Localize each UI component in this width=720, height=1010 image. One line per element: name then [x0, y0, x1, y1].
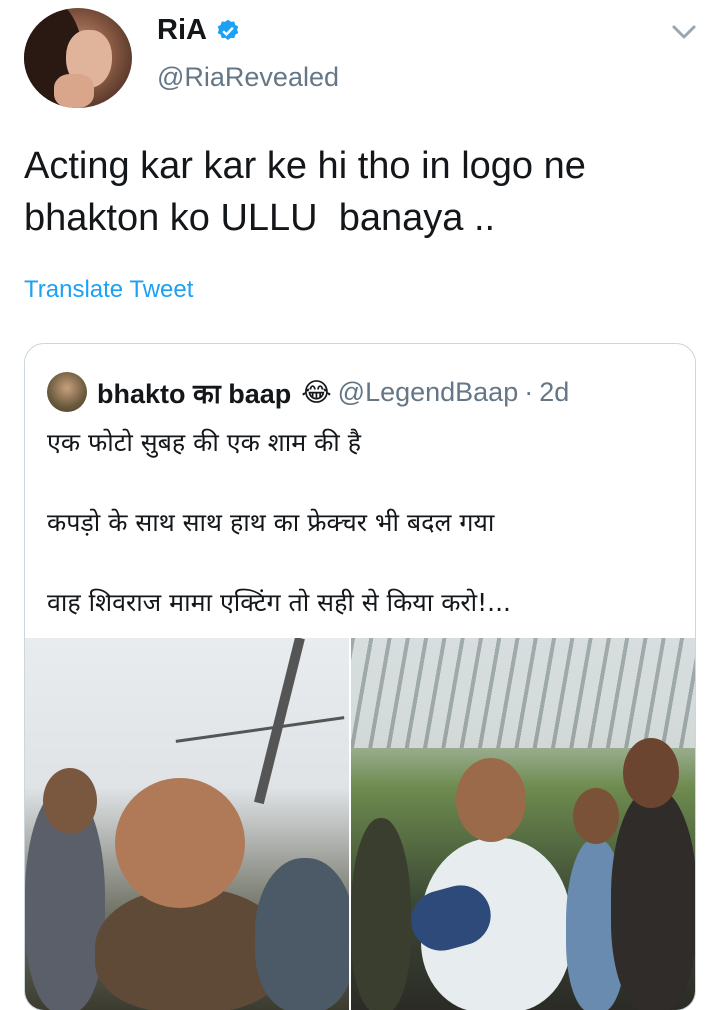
- author-name-row[interactable]: RiA: [157, 14, 241, 47]
- quoted-text-line: कपड़ो के साथ साथ हाथ का फ्रेक्चर भी बदल …: [47, 508, 495, 537]
- quoted-tweet-card[interactable]: bhakto का baap 😂 @LegendBaap · 2d एक फोट…: [24, 343, 696, 1010]
- quoted-author-avatar: [47, 372, 87, 412]
- tweet-text-line: bhakton ko ULLU banaya ..: [24, 197, 496, 239]
- quoted-tweet-text: एक फोटो सुबह की एक शाम की है कपड़ो के सा…: [47, 426, 687, 666]
- quoted-text-line: एक फोटो सुबह की एक शाम की है: [47, 428, 362, 457]
- tweet-text-line: Acting kar kar ke hi tho in logo ne: [24, 145, 586, 187]
- author-handle[interactable]: @RiaRevealed: [157, 62, 339, 93]
- quoted-media[interactable]: [25, 638, 695, 1010]
- author-avatar[interactable]: [24, 8, 132, 108]
- laughing-emoji-icon: 😂: [301, 376, 332, 407]
- quoted-handle: @LegendBaap: [337, 376, 519, 407]
- quoted-text-line: वाह शिवराज मामा एक्टिंग तो सही से किया क…: [47, 588, 511, 617]
- photo-right[interactable]: [351, 638, 695, 1010]
- photo-left[interactable]: [25, 638, 349, 1010]
- quoted-tweet-header: bhakto का baap 😂 @LegendBaap · 2d: [47, 372, 569, 412]
- separator-dot: ·: [524, 376, 534, 407]
- quoted-display-name: bhakto का baap: [97, 378, 292, 409]
- chevron-down-icon[interactable]: [670, 22, 698, 42]
- quoted-timestamp: 2d: [539, 376, 570, 407]
- tweet-text: Acting kar kar ke hi tho in logo ne bhak…: [24, 140, 694, 244]
- display-name[interactable]: RiA: [157, 14, 207, 47]
- verified-badge-icon: [217, 19, 239, 40]
- translate-tweet-link[interactable]: Translate Tweet: [24, 276, 193, 304]
